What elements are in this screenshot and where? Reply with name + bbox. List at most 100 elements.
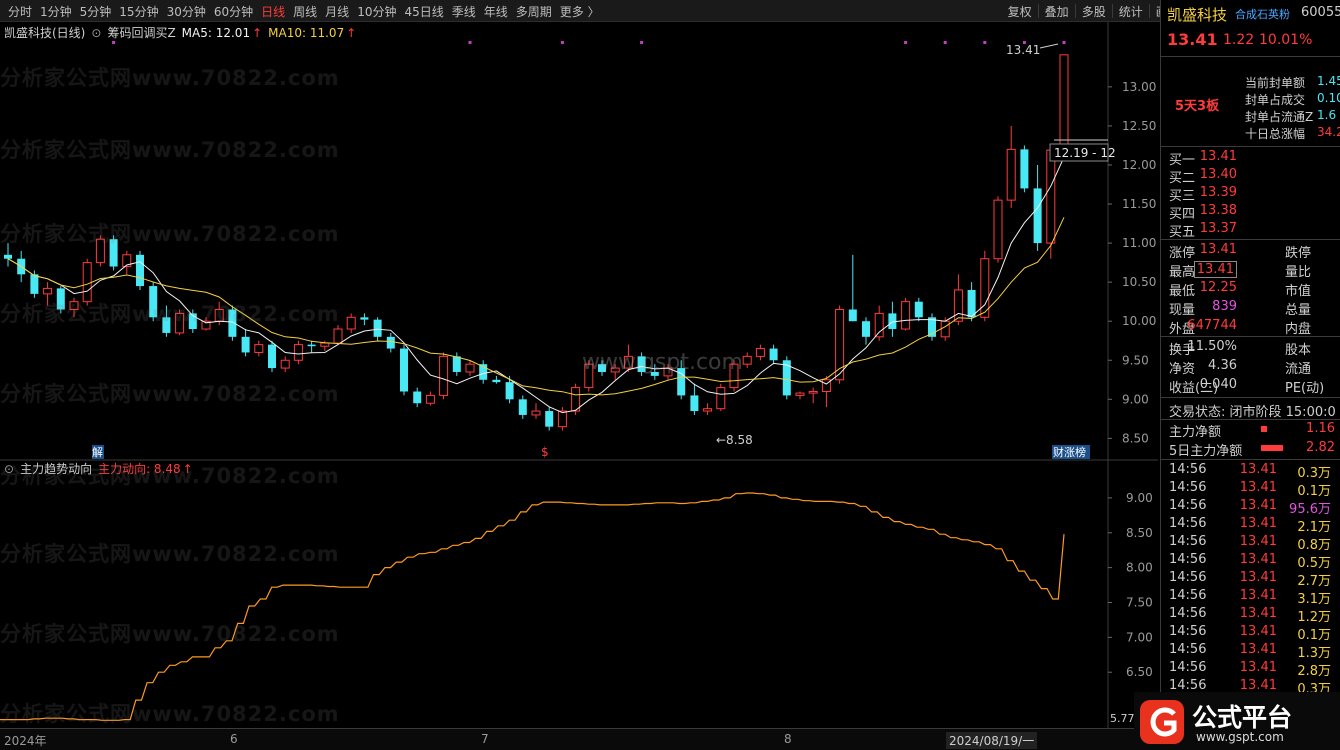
candle-body-up[interactable] — [953, 289, 963, 322]
candle-body-down[interactable] — [373, 319, 382, 337]
candle-body-up[interactable] — [993, 199, 1003, 260]
candle-body-up[interactable] — [280, 359, 290, 369]
period-tab[interactable]: 日线 — [261, 3, 285, 20]
concept-link[interactable]: 合成石英粉 — [1235, 6, 1290, 22]
candle-body-down[interactable] — [30, 274, 39, 294]
candle-body-up[interactable] — [293, 344, 303, 361]
period-tab[interactable]: 月线 — [325, 3, 349, 20]
candle-body-up[interactable] — [742, 355, 752, 365]
candle-body-up[interactable] — [346, 316, 356, 330]
candle-body-down[interactable] — [505, 382, 514, 400]
period-tab[interactable]: 5分钟 — [80, 3, 112, 20]
gear-icon[interactable]: ⊙ — [91, 26, 101, 40]
candle-body-up[interactable] — [320, 342, 330, 347]
candle-body-down[interactable] — [4, 254, 12, 259]
period-tab[interactable]: 更多 〉 — [560, 3, 600, 20]
candle-body-down[interactable] — [413, 391, 422, 404]
period-tab[interactable]: 60分钟 — [214, 3, 253, 20]
candle-body-down[interactable] — [545, 411, 554, 427]
candle-body-up[interactable] — [254, 344, 264, 353]
candle-body-down[interactable] — [848, 309, 857, 322]
candle-body-up[interactable] — [425, 394, 435, 404]
candle-body-up[interactable] — [808, 391, 818, 394]
candle-body-down[interactable] — [452, 356, 461, 372]
candle-body-up[interactable] — [69, 301, 79, 310]
candle-body-up[interactable] — [755, 348, 765, 357]
candle-body-up[interactable] — [874, 312, 884, 338]
period-tab[interactable]: 10分钟 — [357, 3, 396, 20]
candle-body-up[interactable] — [465, 363, 475, 373]
period-tab[interactable]: 周线 — [293, 3, 317, 20]
candle-body-up[interactable] — [82, 262, 92, 303]
candle-body-up[interactable] — [1059, 54, 1069, 146]
candle-body-down[interactable] — [268, 344, 276, 369]
period-tab[interactable]: 45日线 — [404, 3, 443, 20]
candle-body-down[interactable] — [492, 379, 501, 383]
candle-body-down[interactable] — [967, 289, 976, 318]
period-tab[interactable]: 分时 — [8, 3, 32, 20]
candle-body-up[interactable] — [835, 308, 845, 381]
candle-body-up[interactable] — [1046, 149, 1056, 244]
candle-body-down[interactable] — [1020, 149, 1029, 189]
indicator-name[interactable]: 筹码回调买Z — [107, 24, 175, 41]
period-tab[interactable]: 多周期 — [516, 3, 552, 20]
candle-body-down[interactable] — [360, 317, 369, 320]
candle-body-down[interactable] — [769, 348, 778, 361]
candle-body-down[interactable] — [862, 321, 870, 337]
kline-chart[interactable]: 13.00 12.50 12.00 11.50 11.00 10.50 10.00 9.50 9… — [0, 22, 1158, 728]
candle-body-up[interactable] — [980, 258, 990, 318]
candle-body-down[interactable] — [149, 286, 158, 318]
candle-body-up[interactable] — [901, 301, 911, 330]
candle-body-down[interactable] — [518, 399, 527, 415]
candle-body-down[interactable] — [307, 344, 316, 347]
candle-body-up[interactable] — [175, 312, 185, 334]
candle-body-down[interactable] — [386, 336, 395, 349]
candle-body-up[interactable] — [439, 355, 449, 396]
high-pointer-arrow-icon — [1039, 43, 1059, 49]
y-tick-label: 13.00 — [1122, 80, 1156, 94]
stat-label: 十日总涨幅 — [1245, 127, 1306, 141]
dividend-marker[interactable]: $ — [541, 445, 549, 459]
candle-body-down[interactable] — [914, 301, 923, 318]
y-tick-label: 6.50 — [1126, 665, 1153, 679]
y-tick-label: 11.00 — [1122, 236, 1156, 250]
candle-body-down[interactable] — [56, 288, 65, 310]
chart-area[interactable]: 13.00 12.50 12.00 11.50 11.00 10.50 10.00 9.50 9… — [0, 22, 1158, 728]
tool-button[interactable]: 统计 — [1119, 3, 1143, 20]
candle-body-up[interactable] — [95, 238, 105, 264]
candle-body-up[interactable] — [795, 392, 805, 396]
candle-body-up[interactable] — [531, 410, 541, 416]
tool-button[interactable]: 复权 — [1008, 3, 1032, 20]
period-tab[interactable]: 季线 — [452, 3, 476, 20]
sub-indicator-name[interactable]: 主力趋势动向 — [20, 460, 92, 477]
candle-body-up[interactable] — [940, 320, 950, 338]
candle-body-down[interactable] — [400, 348, 408, 392]
candle-body-up[interactable] — [557, 410, 567, 428]
candle-body-up[interactable] — [1006, 148, 1016, 201]
candle-body-up[interactable] — [716, 387, 726, 410]
signal-dot — [983, 41, 987, 44]
stat-value: 34.2 — [1317, 125, 1340, 139]
ma5-value: MA5: 12.01 — [181, 25, 251, 40]
candle-body-down[interactable] — [241, 336, 250, 353]
quote-value: 12.25 — [1199, 280, 1237, 295]
period-tab[interactable]: 30分钟 — [167, 3, 206, 20]
candle-body-up[interactable] — [333, 328, 343, 344]
bid-label: 买三 — [1169, 189, 1196, 204]
candle-body-down[interactable] — [109, 239, 118, 267]
candle-body-down[interactable] — [1033, 188, 1042, 244]
period-tab[interactable]: 1分钟 — [40, 3, 72, 20]
candle-body-up[interactable] — [214, 308, 224, 322]
candle-body-down[interactable] — [162, 317, 171, 333]
candle-body-up[interactable] — [43, 287, 53, 295]
tick-volume: 95.6万 — [1289, 502, 1331, 517]
candle-body-down[interactable] — [690, 395, 699, 412]
period-tab[interactable]: 年线 — [484, 3, 508, 20]
gear-icon[interactable]: ⊙ — [4, 462, 14, 476]
candle-body-down[interactable] — [136, 254, 144, 287]
candle-body-up[interactable] — [703, 408, 713, 412]
tool-button[interactable]: 多股 — [1082, 3, 1106, 20]
ma10-value: MA10: 11.07 — [268, 25, 345, 40]
tool-button[interactable]: 叠加 — [1045, 3, 1069, 20]
period-tab[interactable]: 15分钟 — [119, 3, 158, 20]
